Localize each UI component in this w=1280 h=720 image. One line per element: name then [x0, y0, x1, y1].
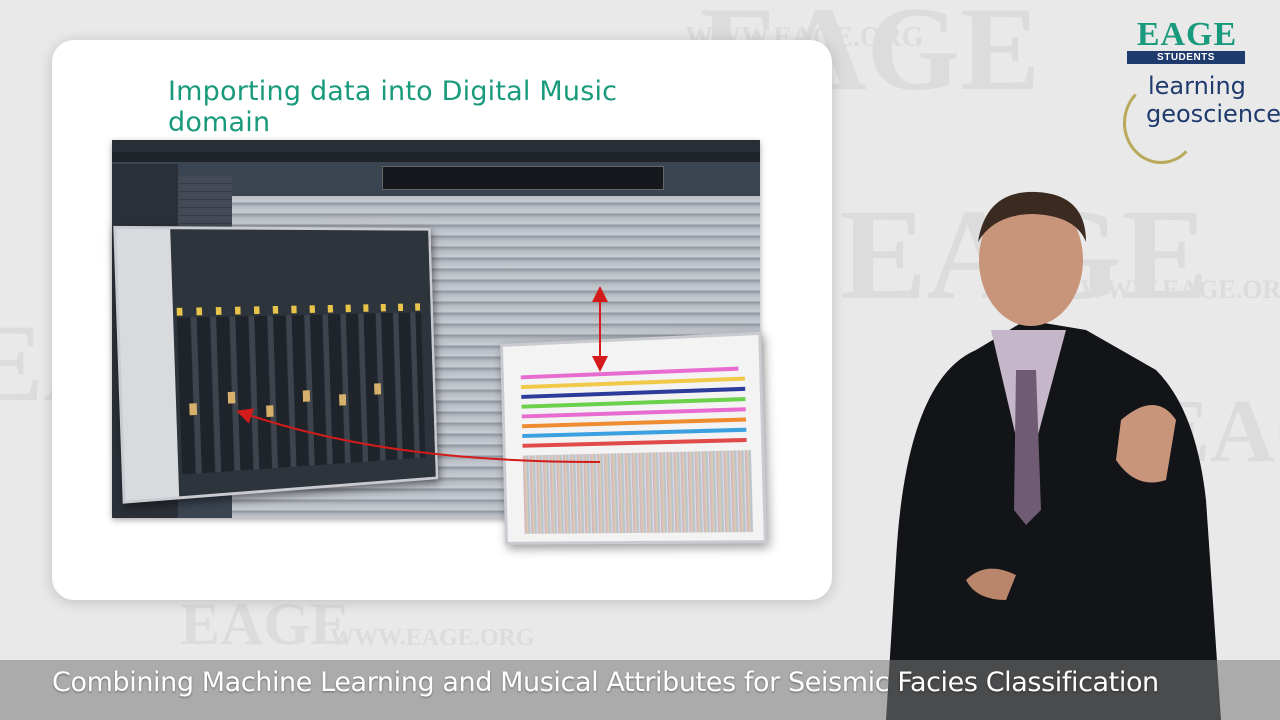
midi-track — [521, 397, 746, 409]
mixer-fader — [266, 405, 274, 418]
midi-track — [521, 386, 746, 399]
eage-logo: EAGE — [1136, 16, 1238, 53]
caption-text: Combining Machine Learning and Musical A… — [52, 667, 1159, 698]
logo-tagline-geoscience: geoscience — [1146, 100, 1280, 128]
students-banner: STUDENTS — [1127, 51, 1245, 64]
mixer-fader — [374, 383, 382, 395]
mixer-fader — [189, 403, 198, 416]
mixer-fader — [339, 394, 347, 406]
seismic-section — [522, 450, 754, 534]
arrange-screenshot — [500, 331, 768, 545]
logo-tagline-learning: learning — [1148, 72, 1246, 100]
watermark-url: WWW.EAGE.ORG — [330, 625, 535, 651]
mixer-fader — [302, 390, 311, 402]
mixer-channel-strips — [176, 312, 426, 475]
midi-track — [521, 407, 746, 419]
daw-info-bar — [112, 152, 760, 162]
midi-track — [521, 417, 747, 429]
presenter-image — [886, 191, 1221, 720]
midi-track — [522, 427, 747, 438]
mixer-fader — [227, 391, 236, 404]
mixer-channel-list — [116, 228, 180, 501]
daw-transport-panel — [382, 166, 664, 190]
mixer-screenshot — [113, 225, 439, 504]
slide-title: Importing data into Digital Music domain — [168, 76, 618, 138]
midi-track — [522, 437, 747, 448]
watermark-brand: EAGE — [180, 591, 351, 657]
